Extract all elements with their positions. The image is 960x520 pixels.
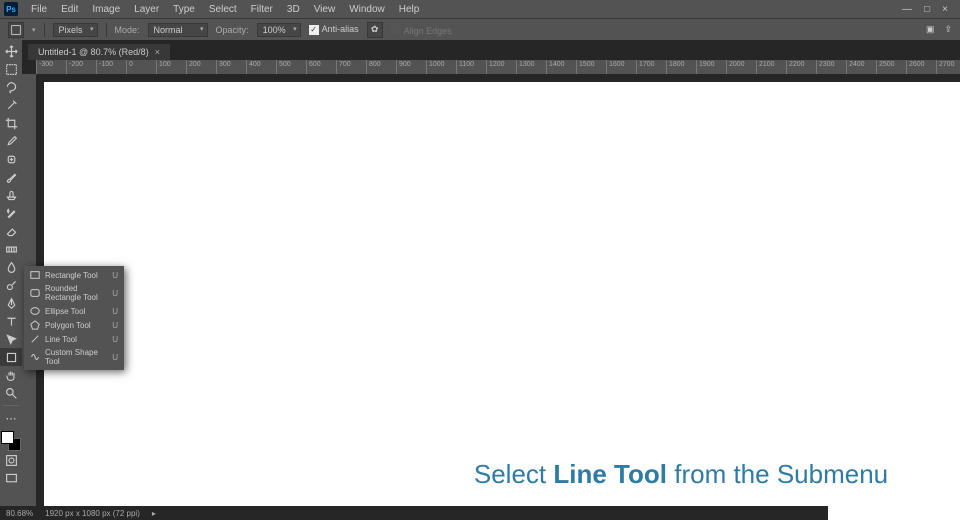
- pen-tool[interactable]: [0, 294, 22, 312]
- screen-mode-toggle[interactable]: [0, 469, 22, 487]
- menu-bar: Ps File Edit Image Layer Type Select Fil…: [0, 0, 960, 18]
- hand-tool[interactable]: [0, 366, 22, 384]
- menu-view[interactable]: View: [307, 2, 343, 17]
- dodge-tool[interactable]: [0, 276, 22, 294]
- shape-tool-submenu: Rectangle ToolU Rounded Rectangle ToolU …: [24, 266, 124, 370]
- submenu-ellipse-tool[interactable]: Ellipse ToolU: [24, 304, 124, 318]
- menu-help[interactable]: Help: [392, 2, 427, 17]
- shape-tool[interactable]: [0, 348, 22, 366]
- menu-edit[interactable]: Edit: [54, 2, 85, 17]
- menu-layer[interactable]: Layer: [127, 2, 166, 17]
- submenu-line-tool[interactable]: Line ToolU: [24, 332, 124, 346]
- document-tab-title: Untitled-1 @ 80.7% (Red/8): [38, 47, 149, 57]
- window-minimize[interactable]: —: [902, 4, 912, 15]
- menu-window[interactable]: Window: [342, 2, 392, 17]
- opacity-select[interactable]: 100%: [257, 23, 301, 37]
- crop-tool[interactable]: [0, 114, 22, 132]
- status-bar: 80.68% 1920 px x 1080 px (72 ppi) ▸: [0, 506, 828, 520]
- brush-tool[interactable]: [0, 168, 22, 186]
- magic-wand-tool[interactable]: [0, 96, 22, 114]
- quick-mask-toggle[interactable]: [0, 451, 22, 469]
- zoom-tool[interactable]: [0, 384, 22, 402]
- path-selection-tool[interactable]: [0, 330, 22, 348]
- app-logo: Ps: [4, 2, 18, 16]
- toolbox: ⋯: [0, 40, 22, 520]
- gradient-tool[interactable]: [0, 240, 22, 258]
- submenu-rounded-rectangle-tool[interactable]: Rounded Rectangle ToolU: [24, 282, 124, 304]
- menu-select[interactable]: Select: [202, 2, 244, 17]
- submenu-custom-shape-tool[interactable]: Custom Shape ToolU: [24, 346, 124, 368]
- marquee-tool[interactable]: [0, 60, 22, 78]
- instruction-text: Select Line Tool from the Submenu: [474, 459, 888, 490]
- blur-tool[interactable]: [0, 258, 22, 276]
- color-swatches[interactable]: [1, 431, 21, 451]
- settings-icon[interactable]: ✿: [367, 22, 383, 38]
- menu-file[interactable]: File: [24, 2, 54, 17]
- eraser-tool[interactable]: [0, 222, 22, 240]
- document-area: Untitled-1 @ 80.7% (Red/8) × -300-200-10…: [22, 40, 960, 520]
- options-bar: ▾ Pixels Mode: Normal Opacity: 100% ✓Ant…: [0, 18, 960, 40]
- healing-brush-tool[interactable]: [0, 150, 22, 168]
- window-maximize[interactable]: □: [924, 4, 930, 15]
- menu-filter[interactable]: Filter: [244, 2, 280, 17]
- clone-stamp-tool[interactable]: [0, 186, 22, 204]
- zoom-level[interactable]: 80.68%: [6, 509, 33, 518]
- submenu-rectangle-tool[interactable]: Rectangle ToolU: [24, 268, 124, 282]
- quick-export-icon[interactable]: ▣: [926, 24, 935, 35]
- mode-label: Mode:: [115, 25, 140, 35]
- submenu-polygon-tool[interactable]: Polygon ToolU: [24, 318, 124, 332]
- window-close[interactable]: ×: [942, 4, 948, 15]
- history-brush-tool[interactable]: [0, 204, 22, 222]
- move-tool[interactable]: [0, 42, 22, 60]
- horizontal-ruler: -300-200-1000100200300400500600700800900…: [36, 60, 960, 74]
- menu-image[interactable]: Image: [85, 2, 127, 17]
- document-tab[interactable]: Untitled-1 @ 80.7% (Red/8) ×: [28, 44, 170, 60]
- share-icon[interactable]: ⇪: [944, 24, 952, 35]
- menu-3d[interactable]: 3D: [280, 2, 307, 17]
- canvas[interactable]: Select Line Tool from the Submenu: [44, 82, 960, 520]
- edit-toolbar[interactable]: ⋯: [0, 409, 22, 427]
- close-tab-icon[interactable]: ×: [155, 47, 160, 57]
- shape-preset-icon[interactable]: [8, 22, 24, 38]
- mode-select[interactable]: Normal: [148, 23, 208, 37]
- menu-type[interactable]: Type: [166, 2, 202, 17]
- lasso-tool[interactable]: [0, 78, 22, 96]
- eyedropper-tool[interactable]: [0, 132, 22, 150]
- align-edges-checkbox[interactable]: Align Edges: [391, 24, 452, 36]
- opacity-label: Opacity:: [216, 25, 249, 35]
- document-dimensions: 1920 px x 1080 px (72 ppi): [45, 509, 140, 518]
- units-select[interactable]: Pixels: [53, 23, 98, 37]
- type-tool[interactable]: [0, 312, 22, 330]
- antialias-checkbox[interactable]: ✓Anti-alias: [309, 24, 359, 35]
